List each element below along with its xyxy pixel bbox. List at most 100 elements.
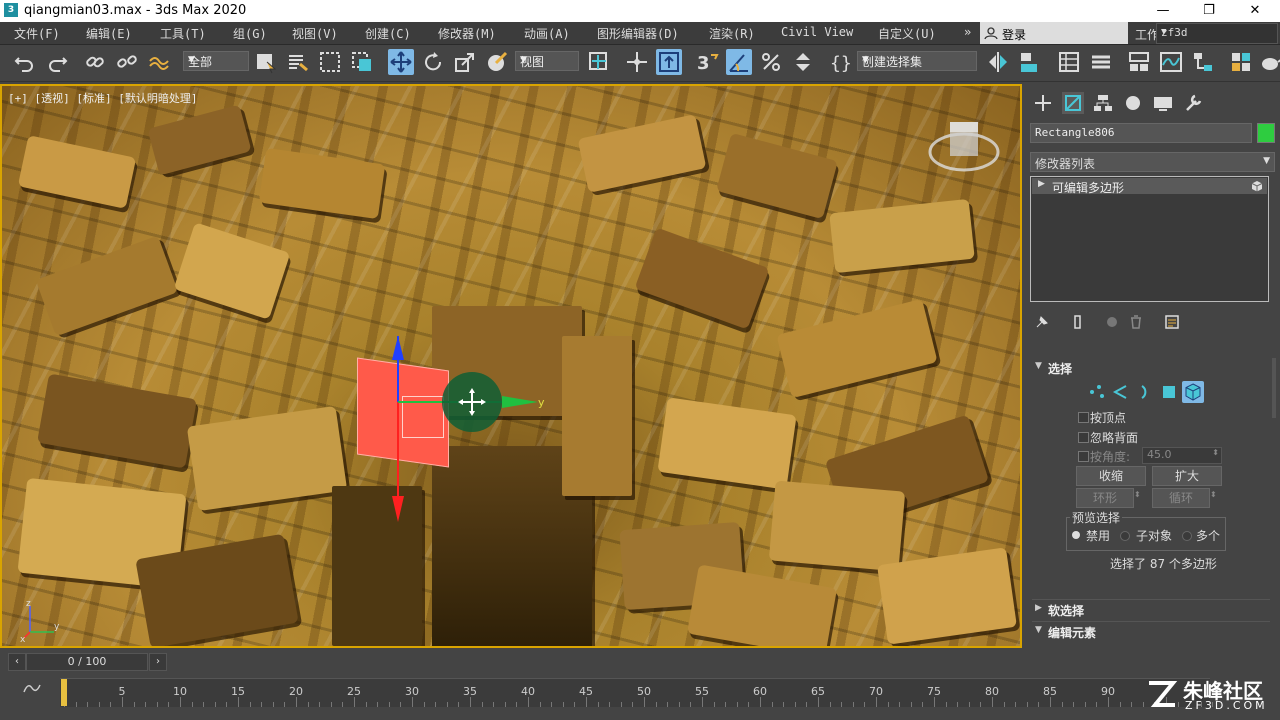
mirror-button[interactable] — [985, 49, 1011, 75]
expand-triangle-icon[interactable]: ▶ — [1038, 179, 1045, 189]
grow-button[interactable]: 扩大 — [1152, 466, 1222, 486]
border-icon[interactable] — [1136, 383, 1154, 401]
shrink-button[interactable]: 收缩 — [1076, 466, 1146, 486]
menu-create[interactable]: 创建(C) — [365, 25, 411, 42]
minimize-button[interactable]: — — [1140, 0, 1186, 22]
object-color-swatch[interactable] — [1257, 123, 1275, 143]
viewcube[interactable] — [924, 114, 1004, 184]
select-object-button[interactable] — [253, 49, 279, 75]
angle-snap-toggle[interactable] — [726, 49, 752, 75]
time-cursor[interactable] — [61, 679, 67, 706]
menu-tools[interactable]: 工具(T) — [160, 25, 206, 42]
preview-disable-radio[interactable] — [1072, 531, 1080, 539]
polygon-icon[interactable] — [1160, 383, 1178, 401]
select-scale-button[interactable] — [452, 49, 478, 75]
rollout-selection-header[interactable]: ▼ 选择 — [1032, 358, 1270, 378]
bind-spacewarp-button[interactable] — [146, 49, 172, 75]
modifier-stack[interactable]: ▶ 可编辑多边形 — [1030, 176, 1269, 302]
angle-spinner[interactable]: 45.0 ⬍ — [1142, 447, 1222, 464]
workspace-dropdown[interactable]: zf3d ▼ — [1156, 23, 1278, 44]
pivot-button[interactable] — [586, 49, 612, 75]
x-axis-arrow[interactable] — [392, 496, 404, 522]
redo-button[interactable] — [44, 49, 70, 75]
object-name-field[interactable]: Rectangle806 — [1030, 123, 1252, 143]
link-button[interactable] — [82, 49, 108, 75]
menu-graph-editors[interactable]: 图形编辑器(D) — [597, 25, 679, 42]
snaps-toggle[interactable]: 3 — [694, 49, 720, 75]
make-unique-button[interactable] — [1104, 314, 1120, 330]
selection-filter-dropdown[interactable]: 全部 ▼ — [183, 51, 249, 71]
menu-rendering[interactable]: 渲染(R) — [709, 25, 755, 42]
menu-file[interactable]: 文件(F) — [14, 25, 60, 42]
menu-civil-view[interactable]: Civil View — [781, 25, 853, 39]
mini-curve-editor-button[interactable] — [22, 680, 42, 696]
scene-explorer-button[interactable] — [1056, 49, 1082, 75]
undo-button[interactable] — [12, 49, 38, 75]
render-setup-button[interactable] — [1258, 49, 1280, 75]
window-crossing-button[interactable] — [349, 49, 375, 75]
viewport-label[interactable]: [+] [透视] [标准] [默认明暗处理] — [8, 90, 197, 106]
tab-hierarchy[interactable] — [1092, 92, 1114, 114]
configure-sets-button[interactable] — [1164, 314, 1180, 330]
by-angle-checkbox[interactable] — [1078, 451, 1089, 462]
menu-customize[interactable]: 自定义(U) — [878, 25, 936, 42]
prev-frame-button[interactable]: ‹ — [8, 653, 26, 671]
move-gizmo[interactable]: y — [362, 316, 552, 546]
maximize-button[interactable]: ❐ — [1186, 0, 1232, 22]
place-button[interactable] — [484, 49, 510, 75]
time-slider[interactable]: 0 / 100 — [26, 653, 148, 671]
rect-region-button[interactable] — [317, 49, 343, 75]
modifier-list-dropdown[interactable]: 修改器列表 ▼ — [1030, 152, 1275, 172]
tab-utilities[interactable] — [1182, 92, 1204, 114]
tab-create[interactable] — [1032, 92, 1054, 114]
tab-display[interactable] — [1152, 92, 1174, 114]
ring-spinner-icon[interactable]: ⬍ — [1134, 490, 1141, 499]
menu-edit[interactable]: 编辑(E) — [86, 25, 132, 42]
select-move-button[interactable] — [388, 49, 414, 75]
menu-group[interactable]: 组(G) — [233, 25, 267, 42]
menu-modifiers[interactable]: 修改器(M) — [438, 25, 496, 42]
menu-views[interactable]: 视图(V) — [292, 25, 338, 42]
z-axis-arrow[interactable] — [392, 336, 404, 360]
menu-overflow[interactable]: » — [964, 25, 971, 39]
menu-animation[interactable]: 动画(A) — [524, 25, 570, 42]
close-button[interactable]: ✕ — [1232, 0, 1278, 22]
curve-editor-button[interactable] — [1158, 49, 1184, 75]
layer-explorer-button[interactable] — [1088, 49, 1114, 75]
loop-button[interactable]: 循环 — [1152, 488, 1210, 508]
tab-motion[interactable] — [1122, 92, 1144, 114]
show-end-result-button[interactable] — [1070, 314, 1086, 330]
edit-named-selection-button[interactable]: {} — [828, 49, 854, 75]
keyboard-shortcut-toggle[interactable] — [656, 49, 682, 75]
unlink-button[interactable] — [114, 49, 140, 75]
pin-stack-button[interactable] — [1034, 314, 1050, 330]
select-by-name-button[interactable] — [285, 49, 311, 75]
select-manipulate-button[interactable] — [624, 49, 650, 75]
spinner-snap-toggle[interactable] — [790, 49, 816, 75]
toggle-ribbon-button[interactable] — [1126, 49, 1152, 75]
panel-scrollbar[interactable] — [1272, 358, 1276, 418]
named-selection-dropdown[interactable]: 创建选择集 ▼ — [857, 51, 977, 71]
spinner-arrows-icon[interactable]: ⬍ — [1212, 448, 1219, 457]
material-editor-button[interactable] — [1228, 49, 1254, 75]
y-axis-arrow[interactable] — [502, 396, 538, 408]
tab-modify[interactable] — [1062, 92, 1084, 114]
select-rotate-button[interactable] — [420, 49, 446, 75]
element-button[interactable] — [1182, 381, 1204, 403]
next-frame-button[interactable]: › — [149, 653, 167, 671]
ring-button[interactable]: 环形 — [1076, 488, 1134, 508]
preview-subobject-radio[interactable] — [1120, 531, 1130, 541]
stack-item-editable-poly[interactable]: ▶ 可编辑多边形 — [1032, 178, 1267, 195]
preview-multiple-radio[interactable] — [1182, 531, 1192, 541]
vertex-icon[interactable] — [1088, 383, 1106, 401]
align-button[interactable] — [1017, 49, 1043, 75]
perspective-viewport[interactable]: y [+] [透视] [标准] [默认明暗处理] z y x — [0, 84, 1022, 648]
remove-modifier-button[interactable] — [1128, 314, 1144, 330]
rollout-edit-elements-header[interactable]: ▼ 编辑元素 — [1032, 621, 1270, 642]
edge-icon[interactable] — [1112, 383, 1130, 401]
track-bar[interactable]: 051015202530354045505560657075808590 — [60, 678, 1214, 707]
loop-spinner-icon[interactable]: ⬍ — [1210, 490, 1217, 499]
login-button[interactable]: 登录 — [980, 22, 1128, 44]
rollout-soft-selection-header[interactable]: ▶ 软选择 — [1032, 599, 1270, 620]
ref-coord-dropdown[interactable]: 视图 ▼ — [515, 51, 579, 71]
